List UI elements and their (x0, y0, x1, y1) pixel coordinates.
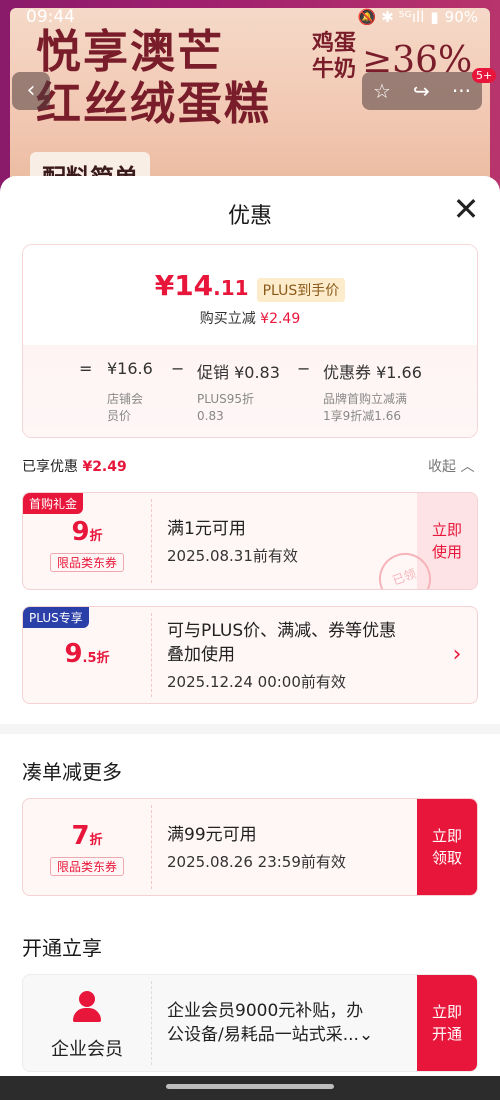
person-icon (71, 991, 103, 1025)
reduce-label: 购买立减 (199, 311, 256, 327)
star-icon[interactable]: ☆ (373, 79, 391, 103)
shop-price: ¥16.6 (107, 359, 153, 378)
coupon-condition: 满1元可用 (167, 518, 246, 539)
sheet-title: 优惠 (227, 204, 272, 229)
coupon-discount: 7折 (23, 821, 151, 851)
coupon-divider (151, 499, 152, 583)
share-icon[interactable]: ↪ (413, 79, 430, 103)
discount-decimal: .5 (82, 651, 97, 666)
stamp-text: 已领 (390, 566, 418, 588)
card-divider (151, 981, 152, 1065)
claim-now-button[interactable]: 立即 领取 (417, 799, 477, 895)
coupon-condition: 可与PLUS价、满减、券等优惠 叠加使用 (167, 620, 397, 665)
discount-number: 9 (64, 639, 83, 669)
enterprise-card: 企业会员 企业会员9000元补贴，办 公设备/易耗品一站式采...⌄ 立即 开通 (22, 974, 478, 1072)
status-icons: 🔕 ✱ ⁵ᴳıll (357, 8, 425, 26)
navigation-bar (0, 1076, 500, 1100)
coupon-expiry: 2025.08.31前有效 (167, 546, 298, 565)
chevron-left-icon: ‹ (26, 78, 36, 103)
price-cents: .11 (213, 276, 249, 300)
battery-level: 90% (444, 8, 478, 26)
discount-unit: 折 (89, 529, 103, 544)
price-symbol: ¥ (154, 269, 175, 302)
eq-sign: = (79, 359, 93, 378)
discount-number: 7 (71, 821, 90, 851)
coupon-condition: 满99元可用 (167, 824, 257, 845)
discount-number: 9 (71, 517, 90, 547)
enterprise-label: 企业会员 (51, 1039, 123, 1060)
category-tag: 限品类东券 (49, 553, 124, 572)
section-gap (0, 724, 500, 734)
category-tag: 限品类东券 (49, 857, 124, 876)
close-button[interactable]: ✕ (450, 193, 482, 226)
reduce-value: ¥2.49 (260, 311, 301, 327)
coupon-plus[interactable]: PLUS专享 9.5折 可与PLUS价、满减、券等优惠 叠加使用 2025.12… (22, 606, 478, 704)
minus-sign-2: − (297, 359, 311, 378)
battery-icon: ▮ (430, 8, 439, 26)
coupon-discount: 9折 (23, 517, 151, 547)
enjoyed-label: 已享优惠 (22, 459, 78, 475)
open-section-title: 开通立享 (22, 936, 102, 960)
minus-sign-1: − (171, 359, 185, 378)
coupon-discount: 9.5折 (23, 639, 151, 669)
enterprise-benefit[interactable]: 企业会员9000元补贴，办 公设备/易耗品一站式采...⌄ (167, 999, 417, 1047)
chevron-right-icon[interactable]: › (437, 607, 477, 703)
status-time: 09:44 (26, 7, 75, 27)
collapse-toggle[interactable]: 收起 ︿ (428, 456, 474, 476)
close-icon: ✕ (452, 190, 480, 228)
coupon-divider (151, 805, 152, 889)
plus-price-tag: PLUS到手价 (256, 278, 346, 302)
promo-sub: PLUS95折 0.83 (197, 392, 254, 423)
price-breakdown: = ¥16.6 − 促销 ¥0.83 − 优惠券 ¥1.66 店铺会 员价 PL… (23, 345, 477, 437)
enjoyed-discount: 已享优惠 ¥2.49 (22, 456, 127, 476)
product-title-art: 悦享澳芒 红丝绒蛋糕 (36, 25, 272, 130)
open-now-button[interactable]: 立即 开通 (417, 975, 477, 1071)
final-price: ¥14.11 (155, 269, 249, 302)
shop-price-label: 店铺会 员价 (107, 392, 144, 423)
home-indicator[interactable] (166, 1084, 334, 1089)
coupon-amount: 优惠券 ¥1.66 (323, 363, 422, 382)
more-icon[interactable]: ··· (452, 79, 471, 103)
discount-unit: 折 (96, 651, 110, 666)
coupon-more: 7折 限品类东券 满99元可用 2025.08.26 23:59前有效 立即 领… (22, 798, 478, 896)
egg-milk-text: 鸡蛋 牛奶 (312, 30, 357, 82)
price-card: ¥14.11 PLUS到手价 购买立减 ¥2.49 = ¥16.6 − 促销 ¥… (22, 244, 478, 438)
status-bar: 09:44 🔕 ✱ ⁵ᴳıll ▮ 90% (0, 0, 500, 34)
enjoyed-value: ¥2.49 (82, 459, 127, 475)
coupon-divider (151, 613, 152, 697)
discount-unit: 折 (89, 833, 103, 848)
coupon-expiry: 2025.08.26 23:59前有效 (167, 852, 346, 871)
price-int: 14 (174, 269, 214, 302)
back-button[interactable]: ‹ (12, 72, 50, 110)
discount-sheet: 优惠 ✕ ¥14.11 PLUS到手价 购买立减 ¥2.49 = ¥16.6 −… (0, 176, 500, 1076)
promo-amount: 促销 ¥0.83 (197, 363, 280, 382)
coupon-first-purchase: 首购礼金 9折 限品类东券 满1元可用 2025.08.31前有效 立即 使用 … (22, 492, 478, 590)
coupon-sub: 品牌首购立减满 1享9折减1.66 (323, 392, 408, 423)
coupon-expiry: 2025.12.24 00:00前有效 (167, 672, 346, 691)
top-actions: ☆ ↪ ··· (362, 72, 482, 110)
message-badge: 5+ (472, 68, 497, 83)
more-section-title: 凑单减更多 (22, 760, 122, 784)
